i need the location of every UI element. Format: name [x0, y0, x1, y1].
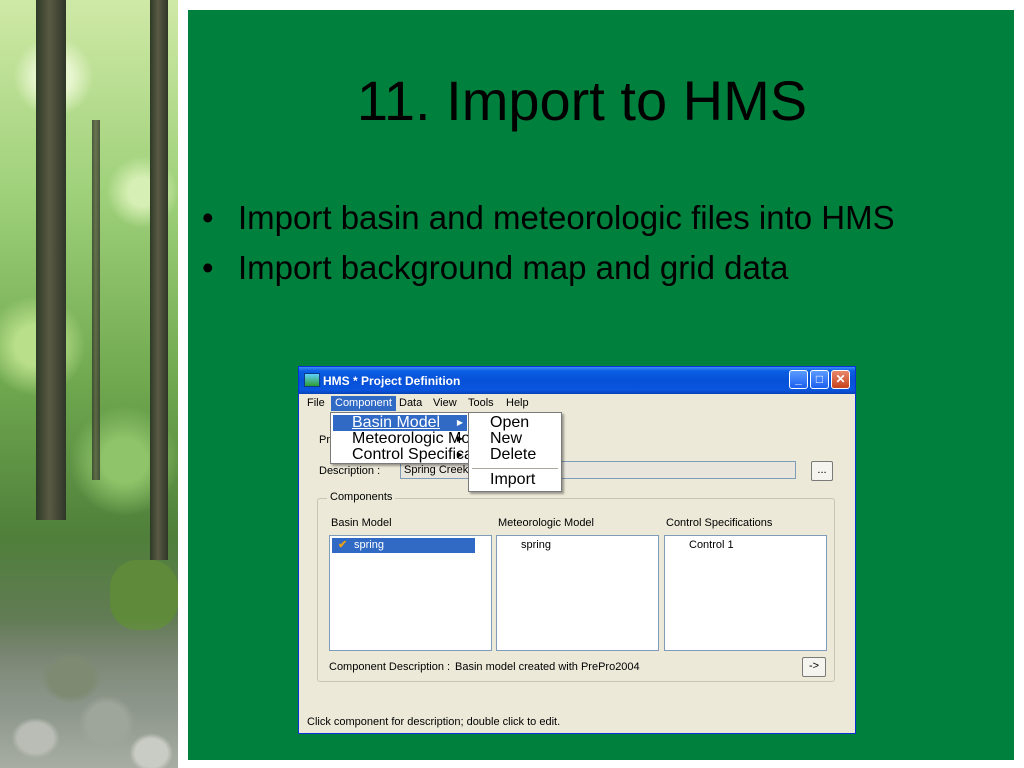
components-group-label: Components	[327, 491, 396, 503]
bullet-item: • Import background map and grid data	[200, 246, 980, 290]
control-specifications-list[interactable]: Control 1	[664, 535, 827, 651]
component-dropdown-menu: Basin Model ▶ Meteorologic Model ▶ Contr…	[330, 412, 507, 464]
menu-data[interactable]: Data	[395, 396, 426, 411]
list-item[interactable]: Control 1	[667, 538, 734, 553]
menu-file[interactable]: File	[303, 396, 329, 411]
submenu-item-import[interactable]: Import	[471, 472, 559, 488]
list-item[interactable]: ✔ spring	[332, 538, 475, 553]
browse-button[interactable]: ...	[811, 461, 833, 481]
menu-help[interactable]: Help	[502, 396, 533, 411]
forest-photo	[0, 0, 178, 768]
menu-item-basin-model[interactable]: Basin Model ▶	[333, 415, 467, 431]
menu-view[interactable]: View	[429, 396, 461, 411]
submenu-arrow-icon: ▶	[456, 434, 463, 443]
menu-bar: File Component Data View Tools Help	[299, 394, 855, 412]
menu-item-control-specifications[interactable]: Control Specifications ▶	[333, 447, 507, 463]
bullet-text: Import background map and grid data	[238, 249, 789, 286]
menu-component[interactable]: Component	[331, 396, 396, 411]
basin-model-header: Basin Model	[331, 517, 392, 529]
stream-rocks	[0, 618, 178, 768]
tree-trunk	[92, 120, 100, 480]
minimize-icon[interactable]: _	[789, 370, 808, 389]
bullet-icon: •	[202, 199, 214, 236]
slide-title: 11. Import to HMS	[356, 69, 808, 132]
title-bar[interactable]: HMS * Project Definition _ □ ✕	[299, 367, 855, 394]
close-icon[interactable]: ✕	[831, 370, 850, 389]
bullet-item: • Import basin and meteorologic files in…	[200, 196, 980, 240]
bullet-icon: •	[202, 249, 214, 286]
basin-model-submenu: Open New Delete Import	[468, 412, 562, 492]
meteorologic-model-header: Meteorologic Model	[498, 517, 594, 529]
description-label: Description :	[319, 465, 381, 477]
control-specifications-header: Control Specifications	[666, 517, 773, 529]
component-description-value: Basin model created with PrePro2004	[455, 661, 640, 673]
submenu-item-open[interactable]: Open	[471, 415, 559, 431]
app-icon	[304, 373, 320, 387]
menu-separator	[472, 468, 558, 469]
check-icon: ✔	[338, 539, 348, 551]
menu-item-label: Basin Model	[352, 414, 441, 431]
list-item-label: spring	[521, 539, 551, 551]
list-item[interactable]: spring	[499, 538, 551, 553]
tree-trunk	[150, 0, 168, 560]
submenu-arrow-icon: ▶	[456, 450, 463, 459]
submenu-item-new[interactable]: New	[471, 431, 559, 447]
list-item-label: spring	[354, 539, 384, 551]
bullet-text: Import basin and meteorologic files into…	[238, 199, 895, 236]
bullet-list: • Import basin and meteorologic files in…	[200, 196, 980, 296]
window-title: HMS * Project Definition	[323, 374, 461, 388]
menu-tools[interactable]: Tools	[464, 396, 498, 411]
menu-item-meteorologic-model[interactable]: Meteorologic Model ▶	[333, 431, 492, 447]
tree-trunk	[36, 0, 66, 520]
description-arrow-button[interactable]: ->	[802, 657, 826, 677]
project-label: Pr	[319, 434, 330, 446]
submenu-arrow-icon: ▶	[456, 418, 463, 427]
list-item-label: Control 1	[689, 539, 734, 551]
maximize-icon[interactable]: □	[810, 370, 829, 389]
basin-model-list[interactable]: ✔ spring	[329, 535, 492, 651]
component-description-label: Component Description :	[329, 661, 451, 673]
status-bar: Click component for description; double …	[307, 716, 561, 728]
meteorologic-model-list[interactable]: spring	[496, 535, 659, 651]
submenu-item-delete[interactable]: Delete	[471, 447, 559, 463]
